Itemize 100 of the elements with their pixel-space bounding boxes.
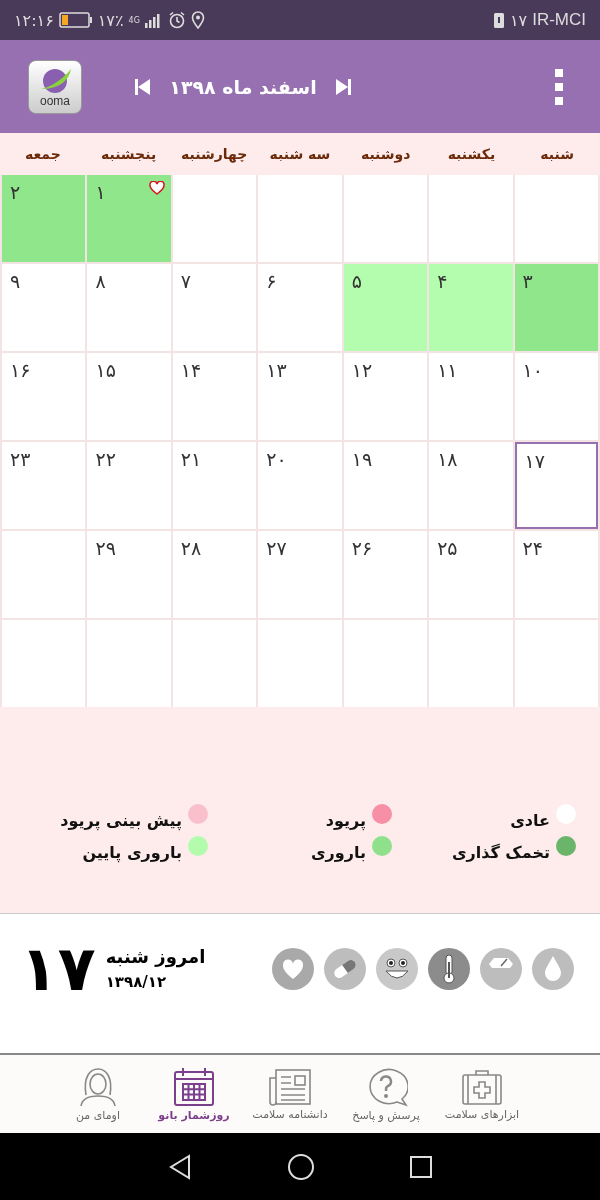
day-number: ۲۰ (266, 448, 287, 470)
next-icon[interactable] (334, 77, 353, 96)
back-icon[interactable] (167, 1153, 193, 1180)
day-number: ۶ (266, 270, 277, 292)
day-number: ۲۶ (351, 537, 373, 559)
day-cell[interactable]: ۹ (2, 264, 86, 351)
day-cell[interactable]: ۱۵ (87, 353, 171, 440)
weekday-label: شنبه (539, 146, 575, 162)
day-number: ۷ (180, 270, 192, 292)
day-number: ۲۳ (10, 448, 31, 470)
calendar-icon (172, 1066, 216, 1107)
day-number: ۲۷ (266, 537, 287, 559)
day-cell[interactable]: ۱۲ (343, 353, 428, 440)
newspaper-icon (268, 1067, 312, 1106)
day-cell[interactable]: ۲۷ (258, 531, 342, 618)
day-number: ۲۵ (437, 537, 458, 559)
day-cell[interactable]: ۲۵ (429, 531, 513, 618)
day-cell[interactable]: ۱ (87, 175, 171, 262)
day-number: ۳ (522, 270, 533, 292)
carrier-number: ۱۷ (510, 10, 528, 30)
day-number: ۱۵ (95, 359, 116, 381)
day-cell[interactable]: ۱۶ (2, 353, 86, 440)
carrier-name: IR-MCI (532, 10, 586, 30)
day-cell[interactable]: ۲۰ (258, 442, 342, 529)
weekday-label: یکشنبه (446, 146, 497, 162)
nav-tab[interactable]: روزشمار بانو (146, 1055, 242, 1133)
day-cell[interactable]: ۲۹ (87, 531, 171, 618)
heart-icon (148, 181, 165, 195)
day-cell[interactable]: ۱۷ (514, 442, 598, 529)
day-number: ۱۴ (180, 359, 202, 381)
day-cell[interactable]: ۴ (429, 264, 513, 351)
day-number: ۸ (95, 270, 106, 292)
day-number: ۱۷ (524, 450, 545, 472)
weekday-label: جمعه (23, 146, 62, 162)
day-number: ۱ (95, 181, 106, 203)
alarm-icon (167, 11, 186, 29)
legend-label: باروری (310, 842, 366, 862)
day-cell[interactable]: ۱۹ (343, 442, 428, 529)
day-cell[interactable]: ۲۱ (172, 442, 257, 529)
today-label: امروز شنبه (105, 946, 206, 967)
day-cell[interactable]: ۸ (87, 264, 171, 351)
legend-label: تخمک گذاری (451, 842, 550, 862)
smiley-icon[interactable] (376, 947, 418, 990)
day-cell[interactable]: ۲۴ (514, 531, 598, 618)
home-icon[interactable] (287, 1152, 315, 1181)
recents-icon[interactable] (409, 1154, 433, 1179)
nav-tab[interactable]: دانشنامه سلامت (242, 1055, 338, 1133)
legend-label: پریود (325, 810, 366, 830)
day-cell[interactable]: ۲۸ (172, 531, 257, 618)
previous-icon[interactable] (133, 77, 152, 96)
day-cell[interactable]: ۲ (2, 175, 86, 262)
status-time: ۱۲:۱۶ (14, 10, 54, 30)
sim-icon (493, 11, 505, 29)
day-cell[interactable]: ۱۴ (172, 353, 257, 440)
day-cell[interactable]: ۶ (258, 264, 342, 351)
day-cell[interactable]: ۷ (172, 264, 257, 351)
day-cell[interactable]: ۱۱ (429, 353, 513, 440)
day-number: ۵ (351, 270, 362, 292)
legend-label: پیش بینی پریود (60, 810, 182, 830)
signal-icon (144, 12, 163, 28)
day-cell[interactable]: ۲۶ (343, 531, 428, 618)
weekday-label: سه شنبه (268, 146, 332, 162)
day-number: ۲۸ (180, 537, 202, 559)
day-cell[interactable]: ۱۰ (514, 353, 598, 440)
first-aid-kit-icon (460, 1067, 504, 1106)
today-day-number: ۱۷ (20, 937, 96, 1000)
nav-tab[interactable]: پرسش و پاسخ (338, 1055, 434, 1133)
day-number: ۱۲ (351, 359, 373, 381)
nav-tab[interactable]: اومای من (50, 1055, 146, 1133)
day-number: ۱۶ (10, 359, 31, 381)
thermometer-icon[interactable] (428, 947, 470, 990)
day-number: ۲۴ (522, 537, 543, 559)
day-number: ۲ (10, 181, 21, 203)
menu-icon[interactable] (554, 68, 564, 105)
day-number: ۲۹ (95, 537, 116, 559)
network-type: 4G (128, 15, 140, 25)
day-number: ۱۹ (351, 448, 373, 470)
app-logo[interactable]: ooma (28, 59, 82, 114)
month-title: اسفند ماه ۱۳۹۸ (169, 75, 317, 98)
day-cell[interactable]: ۱۸ (429, 442, 513, 529)
day-cell[interactable]: ۳ (514, 264, 598, 351)
nav-tab[interactable]: ابزارهای سلامت (434, 1055, 530, 1133)
weekday-label: چهارشنبه (180, 146, 249, 162)
day-cell[interactable]: ۲۲ (87, 442, 171, 529)
day-number: ۲۲ (95, 448, 116, 470)
battery-icon (58, 12, 93, 28)
day-cell[interactable]: ۵ (343, 264, 428, 351)
day-number: ۱۸ (437, 448, 458, 470)
legend-label: عادی (510, 810, 550, 830)
day-number: ۱۰ (522, 359, 543, 381)
weekday-label: دوشنبه (359, 146, 412, 162)
day-number: ۱۳ (266, 359, 287, 381)
woman-avatar-icon (78, 1066, 118, 1107)
day-cell[interactable]: ۱۳ (258, 353, 342, 440)
legend-label: باروری پایین (82, 842, 182, 862)
day-number: ۱۱ (437, 359, 458, 381)
pill-icon[interactable] (324, 947, 366, 990)
day-cell[interactable]: ۲۳ (2, 442, 86, 529)
day-number: ۲۱ (180, 448, 202, 470)
day-number: ۹ (10, 270, 21, 292)
